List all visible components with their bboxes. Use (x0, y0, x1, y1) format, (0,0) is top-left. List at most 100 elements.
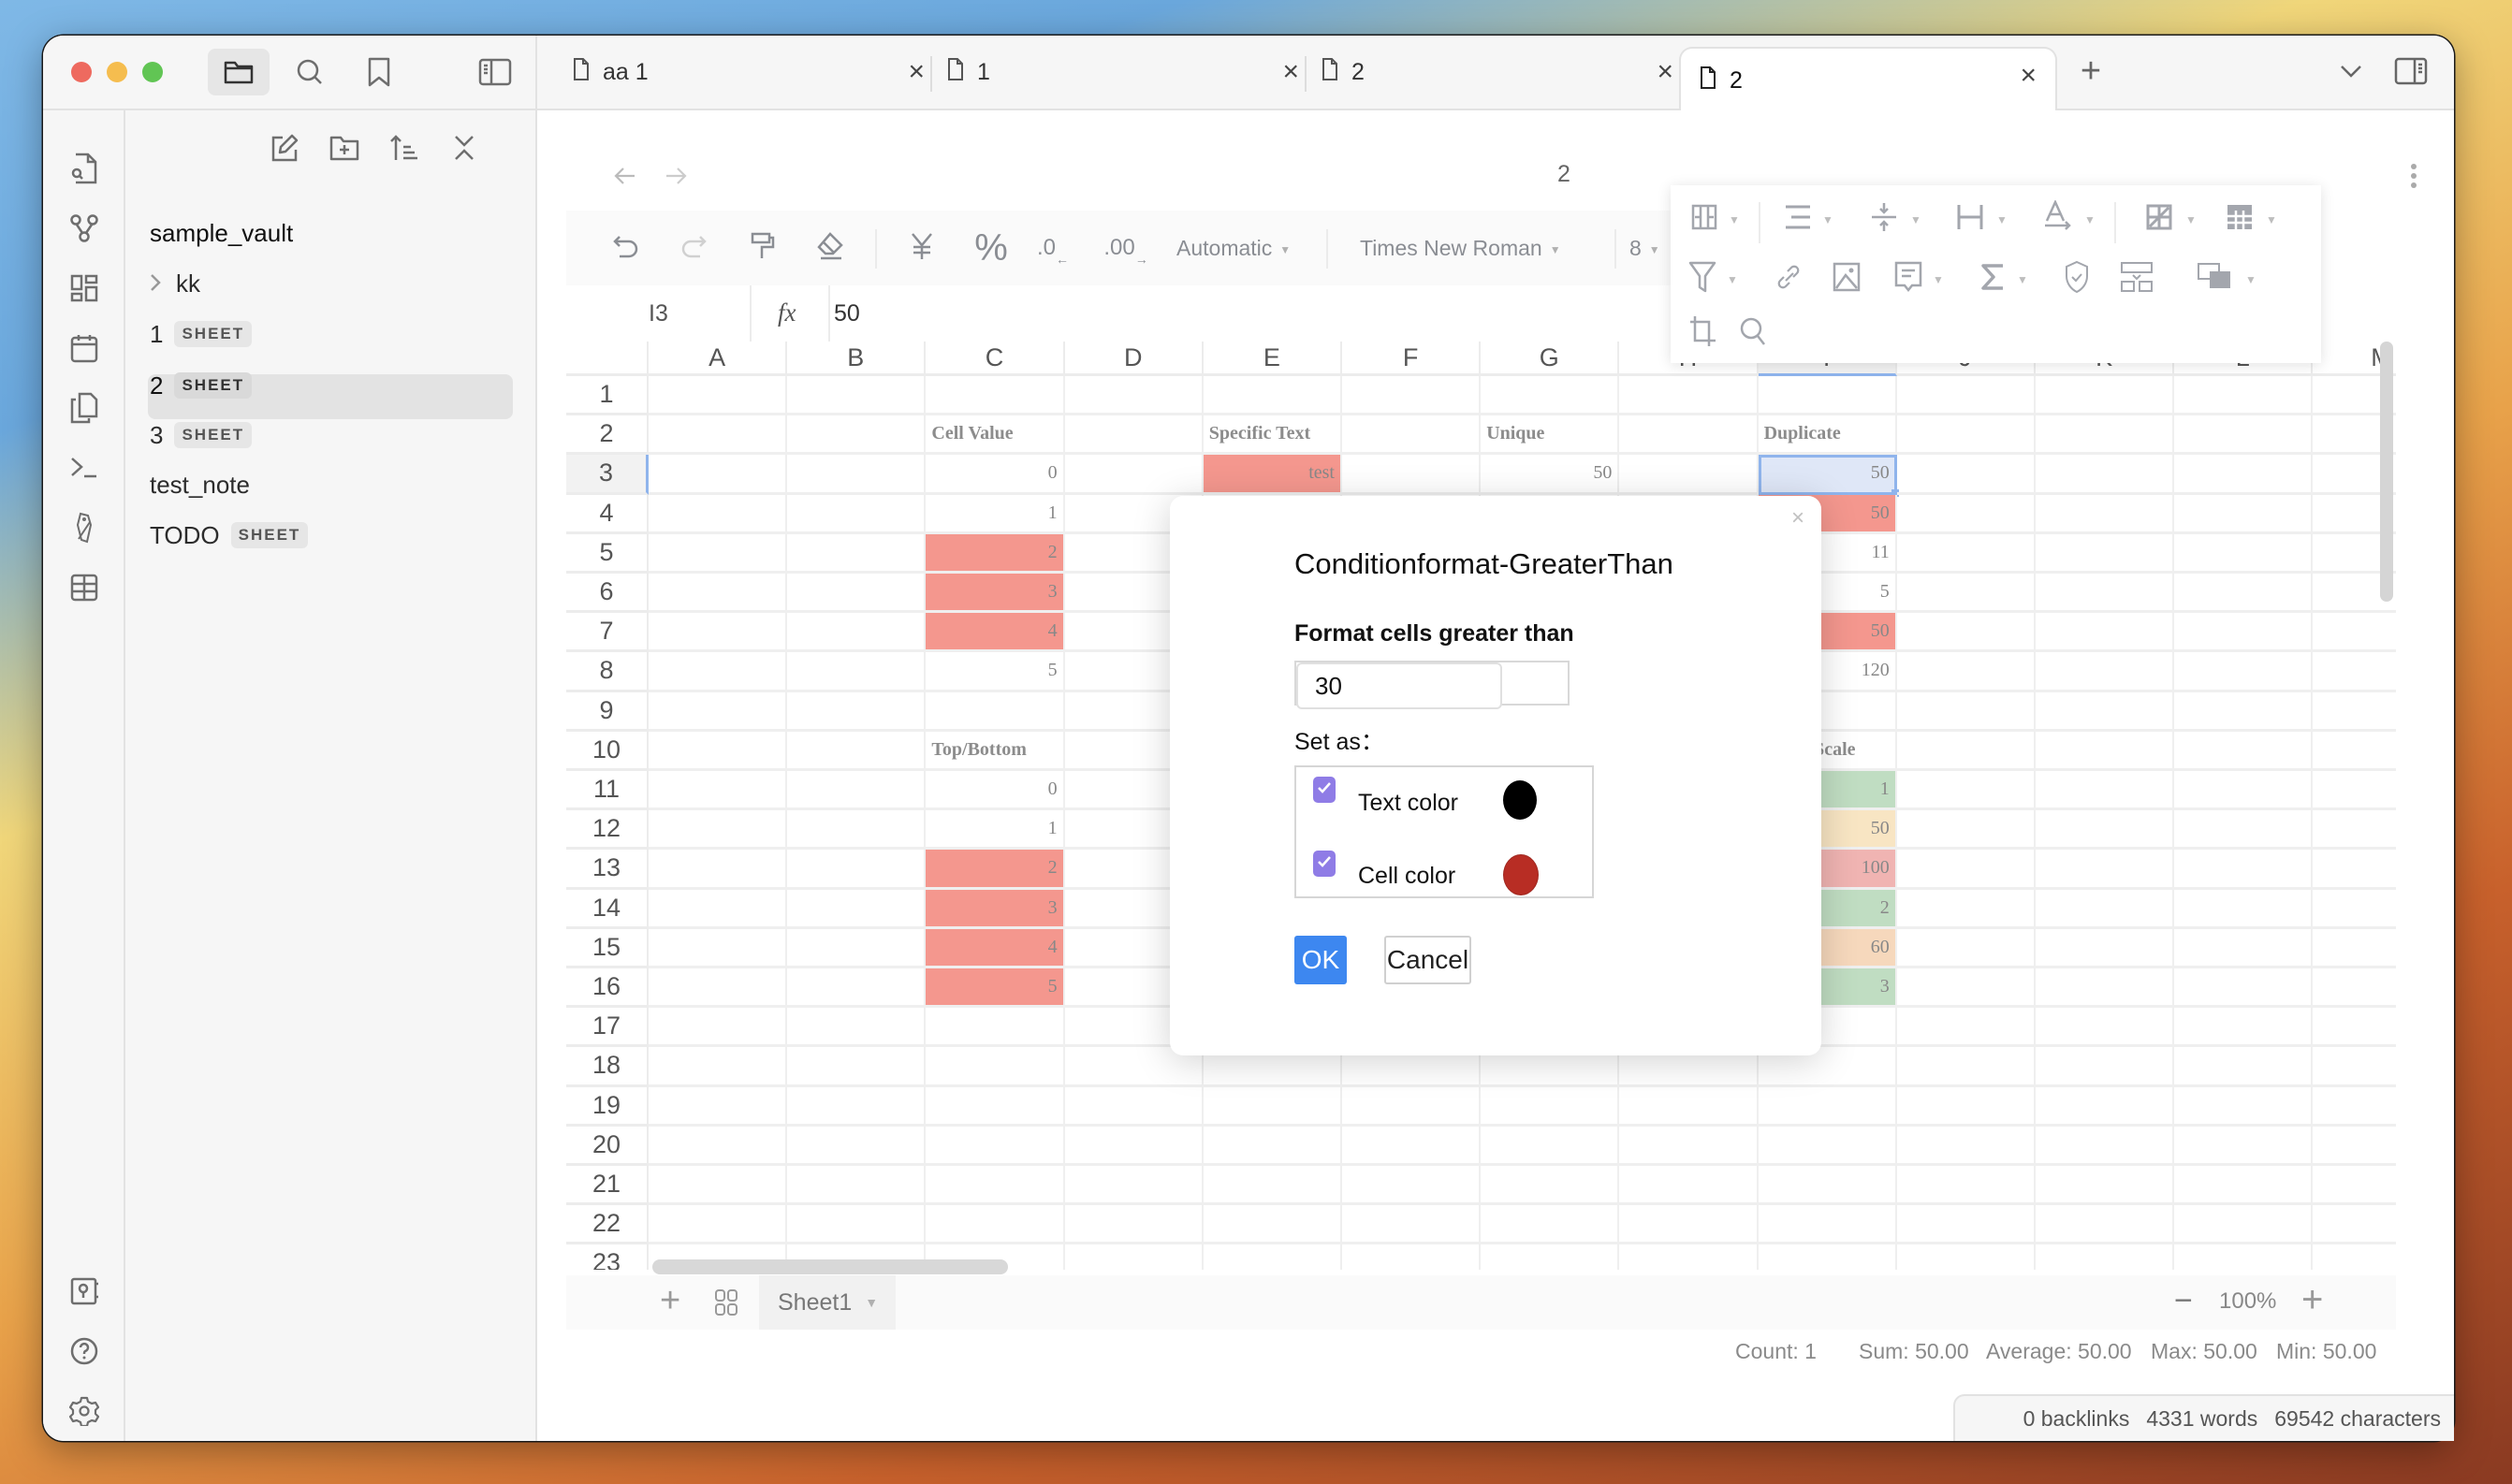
cell-J18[interactable] (1896, 1047, 2036, 1087)
cell-L20[interactable] (2174, 1126, 2314, 1166)
border-button[interactable] (2139, 198, 2180, 240)
cell-E1[interactable] (1203, 376, 1342, 416)
cell-K7[interactable] (2036, 613, 2175, 653)
cell-M14[interactable] (2313, 890, 2396, 929)
forward-button[interactable] (661, 161, 691, 191)
daily-note-button[interactable] (64, 327, 105, 369)
cell-A6[interactable] (649, 574, 788, 614)
cell-A8[interactable] (649, 652, 788, 692)
cell-M7[interactable] (2313, 613, 2396, 653)
cell-E3[interactable]: test (1203, 455, 1342, 495)
cell-B18[interactable] (787, 1047, 927, 1087)
cell-M19[interactable] (2313, 1087, 2396, 1127)
horizontal-scrollbar[interactable] (652, 1259, 1008, 1274)
cell-B6[interactable] (787, 574, 927, 614)
cell-J2[interactable] (1896, 415, 2036, 456)
cell-J16[interactable] (1896, 968, 2036, 1009)
cell-C18[interactable] (926, 1047, 1065, 1087)
cell-H21[interactable] (1619, 1166, 1759, 1206)
help-button[interactable] (64, 1331, 105, 1372)
text-wrap-button[interactable] (1950, 198, 1991, 240)
freeze-button[interactable] (2219, 198, 2260, 240)
cell-L18[interactable] (2174, 1047, 2314, 1087)
cell-G20[interactable] (1481, 1126, 1620, 1166)
column-header[interactable]: A (649, 342, 788, 376)
cell-I21[interactable] (1758, 1166, 1897, 1206)
cell-B19[interactable] (787, 1086, 927, 1127)
cell-B20[interactable] (787, 1126, 927, 1166)
number-format-dropdown[interactable]: Automatic ▼ (1176, 236, 1291, 261)
cell-M11[interactable] (2313, 771, 2396, 811)
vertical-scrollbar[interactable] (2380, 342, 2393, 602)
row-header[interactable]: 2 (566, 415, 649, 456)
cell-L4[interactable] (2174, 494, 2314, 534)
column-header[interactable]: B (787, 342, 927, 376)
cell-J5[interactable] (1896, 533, 2036, 574)
ok-button[interactable]: OK (1294, 936, 1347, 984)
cell-L10[interactable] (2174, 731, 2314, 771)
cell-L14[interactable] (2174, 889, 2314, 929)
row-header[interactable]: 15 (566, 928, 649, 968)
cell-A12[interactable] (649, 810, 788, 851)
cell-D21[interactable] (1064, 1166, 1204, 1206)
cell-C12[interactable]: 1 (926, 810, 1065, 851)
cell-K2[interactable] (2036, 415, 2175, 456)
cell-J8[interactable] (1896, 652, 2036, 692)
file-explorer-button[interactable] (208, 49, 270, 95)
cell-L11[interactable] (2174, 771, 2314, 811)
collapse-all-button[interactable] (445, 129, 483, 167)
cell-C20[interactable] (926, 1126, 1065, 1166)
tab-2[interactable]: 2 × (1322, 36, 1673, 109)
cell-H22[interactable] (1619, 1205, 1759, 1245)
cell-A5[interactable] (649, 533, 788, 574)
tab-1[interactable]: 1 × (947, 36, 1299, 109)
cell-L13[interactable] (2174, 850, 2314, 890)
threshold-input[interactable] (1296, 662, 1502, 709)
cell-C16[interactable]: 5 (926, 968, 1065, 1009)
vertical-align-button[interactable] (1863, 198, 1905, 240)
cell-G1[interactable] (1481, 376, 1620, 416)
cell-A19[interactable] (649, 1086, 788, 1127)
cell-reference[interactable]: I3 (649, 300, 668, 327)
cell-A14[interactable] (649, 889, 788, 929)
filter-button[interactable] (1682, 258, 1723, 299)
cell-B15[interactable] (787, 928, 927, 968)
cell-B5[interactable] (787, 533, 927, 574)
clear-format-button[interactable] (811, 229, 849, 267)
cell-C14[interactable]: 3 (926, 889, 1065, 929)
command-palette-button[interactable] (64, 447, 105, 488)
cell-J21[interactable] (1896, 1166, 2036, 1206)
more-options-button[interactable] (2400, 159, 2428, 193)
sum-button[interactable] (1972, 258, 2013, 299)
cell-K15[interactable] (2036, 928, 2175, 968)
cell-K13[interactable] (2036, 850, 2175, 890)
cell-L7[interactable] (2174, 613, 2314, 653)
templates-button[interactable] (64, 387, 105, 429)
cell-M16[interactable] (2313, 968, 2396, 1009)
cell-K8[interactable] (2036, 652, 2175, 692)
row-header[interactable]: 22 (566, 1205, 649, 1245)
row-header[interactable]: 4 (566, 494, 649, 534)
cell-C21[interactable] (926, 1166, 1065, 1206)
cell-J11[interactable] (1896, 771, 2036, 811)
toggle-right-sidebar-button[interactable] (2390, 51, 2432, 92)
cell-A4[interactable] (649, 494, 788, 534)
cell-A3[interactable] (649, 455, 788, 495)
cell-L9[interactable] (2174, 691, 2314, 732)
cell-F2[interactable] (1342, 415, 1482, 456)
cell-A9[interactable] (649, 691, 788, 732)
column-header[interactable]: D (1064, 342, 1204, 376)
insert-comment-button[interactable] (1888, 258, 1929, 299)
cell-C8[interactable]: 5 (926, 652, 1065, 692)
new-note-button[interactable] (266, 129, 303, 167)
cell-C9[interactable] (926, 691, 1065, 732)
cell-H20[interactable] (1619, 1126, 1759, 1166)
cell-J23[interactable] (1897, 1244, 2036, 1270)
cell-A16[interactable] (649, 968, 788, 1009)
file-2[interactable]: 2 SHEET (150, 364, 253, 407)
cell-C13[interactable]: 2 (926, 850, 1065, 890)
row-header[interactable]: 21 (566, 1166, 649, 1206)
cell-D2[interactable] (1064, 415, 1204, 456)
cell-M22[interactable] (2313, 1205, 2396, 1245)
cell-C5[interactable]: 2 (926, 533, 1065, 574)
